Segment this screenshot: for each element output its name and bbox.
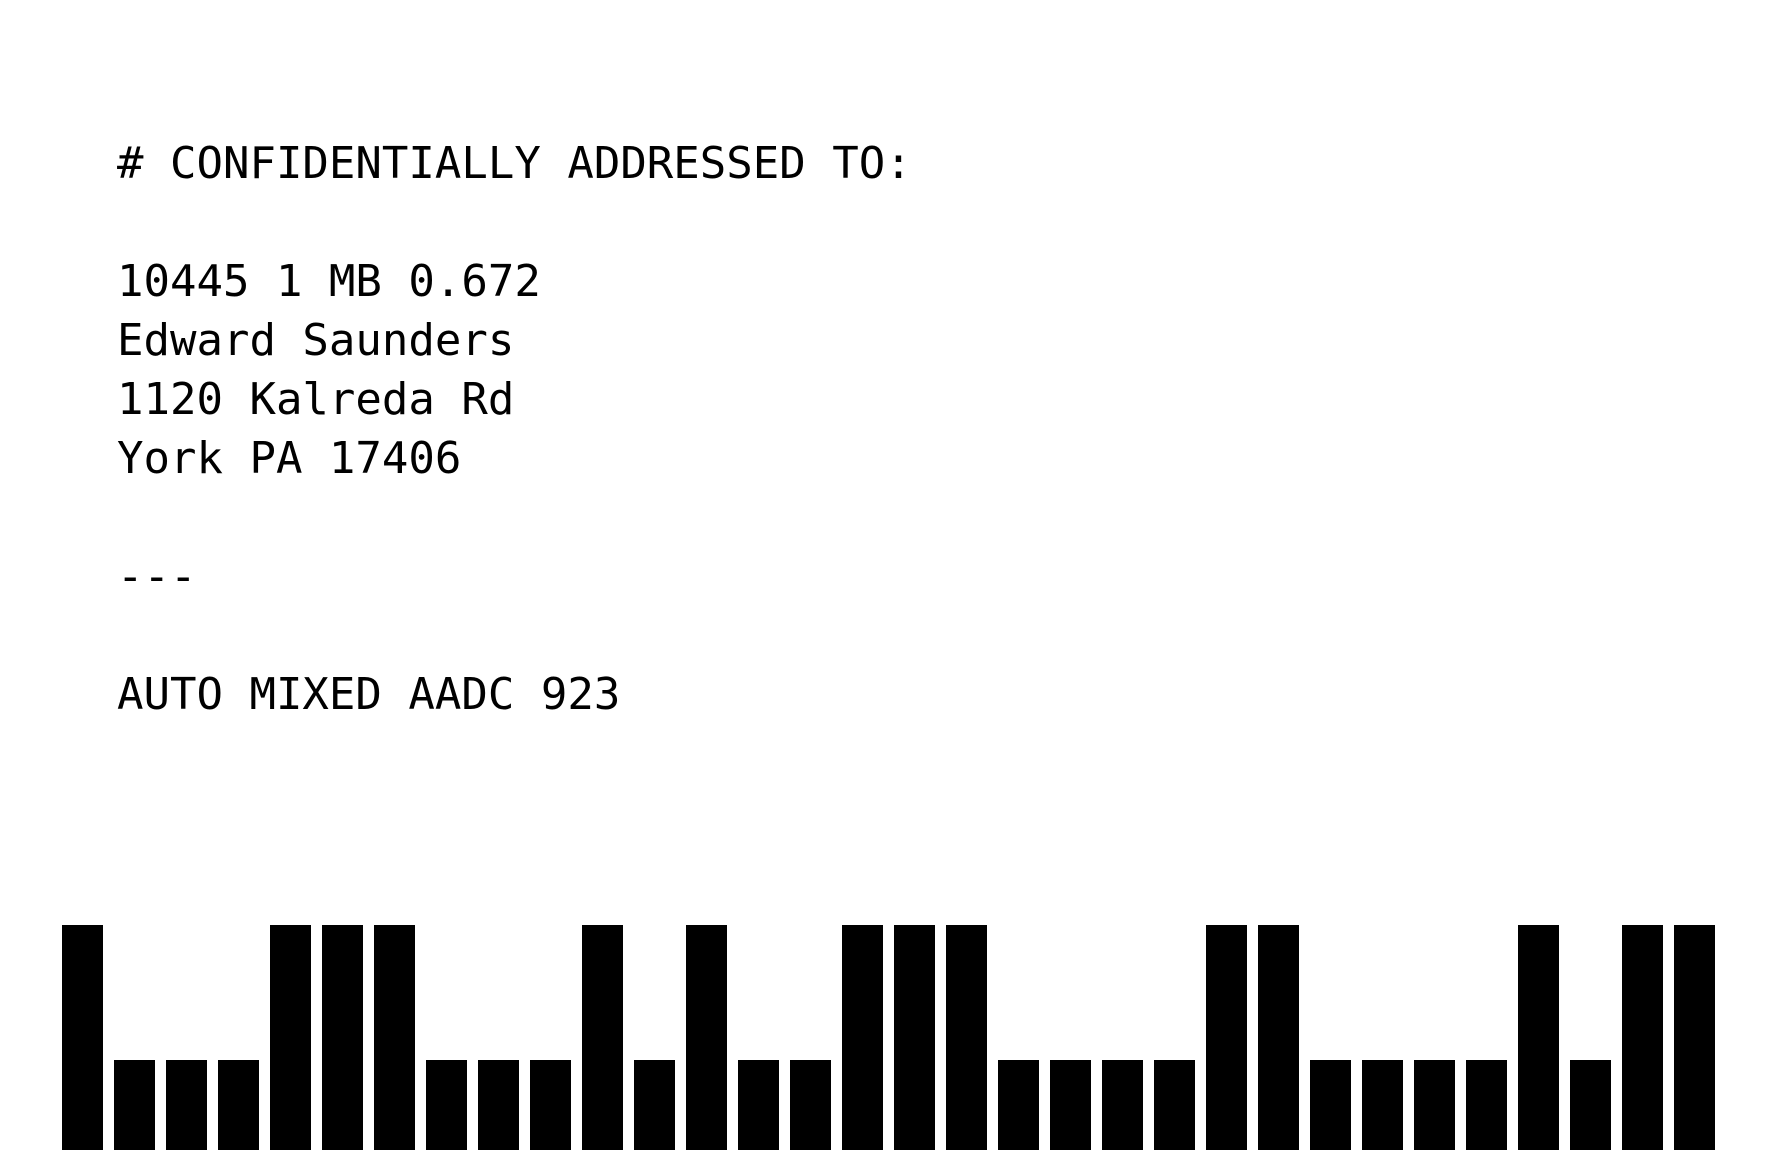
barcode-bar-short <box>1102 1060 1143 1150</box>
barcode-bar-tall <box>686 925 727 1150</box>
barcode-bar-tall <box>946 925 987 1150</box>
address-line-city-state-zip: York PA 17406 <box>117 433 462 484</box>
barcode-bar-tall <box>1518 925 1559 1150</box>
barcode-bar-short <box>530 1060 571 1150</box>
barcode-bar-short <box>114 1060 155 1150</box>
separator-line: --- <box>117 551 197 602</box>
barcode-bar-short <box>166 1060 207 1150</box>
barcode-bar-tall <box>1258 925 1299 1150</box>
barcode-bar-short <box>998 1060 1039 1150</box>
barcode-bar-tall <box>894 925 935 1150</box>
barcode-bar-tall <box>374 925 415 1150</box>
barcode-bar-short <box>1414 1060 1455 1150</box>
barcode-bar-short <box>478 1060 519 1150</box>
barcode-bar-tall <box>62 925 103 1150</box>
address-line-street: 1120 Kalreda Rd <box>117 374 515 425</box>
barcode-bar-tall <box>322 925 363 1150</box>
barcode-bar-short <box>1154 1060 1195 1150</box>
barcode-bar-short <box>1310 1060 1351 1150</box>
barcode-bar-short <box>1362 1060 1403 1150</box>
postal-barcode <box>62 925 1722 1150</box>
barcode-bar-short <box>218 1060 259 1150</box>
barcode-bar-short <box>426 1060 467 1150</box>
barcode-bar-short <box>1050 1060 1091 1150</box>
barcode-bar-short <box>790 1060 831 1150</box>
barcode-bar-tall <box>1206 925 1247 1150</box>
address-line-recipient: Edward Saunders <box>117 315 515 366</box>
address-line-endorsement: 10445 1 MB 0.672 <box>117 256 541 307</box>
barcode-bar-short <box>1466 1060 1507 1150</box>
barcode-bar-tall <box>1622 925 1663 1150</box>
barcode-bar-short <box>738 1060 779 1150</box>
barcode-bar-short <box>634 1060 675 1150</box>
barcode-bar-tall <box>270 925 311 1150</box>
sort-code-line: AUTO MIXED AADC 923 <box>117 669 621 720</box>
barcode-bar-tall <box>1674 925 1715 1150</box>
label-heading: # CONFIDENTIALLY ADDRESSED TO: <box>117 138 912 189</box>
barcode-bar-tall <box>582 925 623 1150</box>
barcode-bar-tall <box>842 925 883 1150</box>
barcode-bar-short <box>1570 1060 1611 1150</box>
